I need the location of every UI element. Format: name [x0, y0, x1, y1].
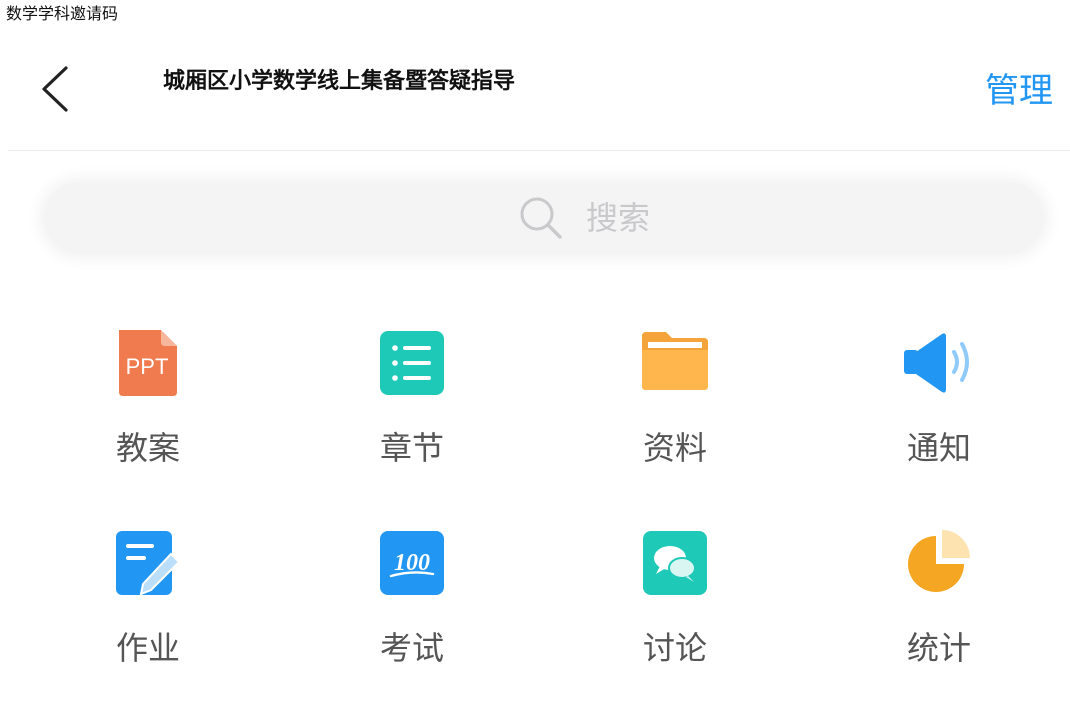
back-button[interactable]: [30, 60, 80, 118]
ppt-icon-text: PPT: [126, 354, 169, 379]
search-input[interactable]: 搜索: [44, 182, 1044, 254]
grid-label-discussion: 讨论: [642, 629, 707, 667]
grid-label-materials: 资料: [642, 429, 707, 467]
exam-100-icon: 100: [377, 528, 447, 598]
grid-label-chapters: 章节: [379, 429, 444, 467]
search-icon: [520, 197, 562, 239]
discussion-bubbles-icon: [640, 528, 710, 598]
manage-button[interactable]: 管理: [985, 68, 1053, 114]
ppt-icon: PPT: [113, 328, 183, 398]
grid-item-discussion[interactable]: 讨论: [605, 528, 745, 698]
pie-chart-icon: [904, 528, 974, 598]
grid-item-lesson-plan[interactable]: PPT 教案: [78, 328, 218, 498]
page-caption: 数学学科邀请码: [6, 4, 119, 23]
page-title: 城厢区小学数学线上集备暨答疑指导: [163, 69, 516, 94]
grid-item-exam[interactable]: 100 考试: [342, 528, 482, 698]
grid-item-statistics[interactable]: 统计: [869, 528, 1009, 698]
grid-label-lesson-plan: 教案: [115, 429, 180, 467]
speaker-icon: [904, 328, 974, 398]
grid-label-exam: 考试: [379, 629, 444, 667]
grid-label-notice: 通知: [906, 429, 971, 467]
grid-item-homework[interactable]: 作业: [78, 528, 218, 698]
chevron-left-icon: [42, 66, 68, 112]
grid-label-statistics: 统计: [906, 629, 971, 667]
grid-item-materials[interactable]: 资料: [605, 328, 745, 498]
homework-edit-icon: [113, 528, 183, 598]
grid-item-notice[interactable]: 通知: [869, 328, 1009, 498]
grid-item-chapters[interactable]: 章节: [342, 328, 482, 498]
search-placeholder: 搜索: [586, 199, 651, 237]
app-screen: 数学学科邀请码 城厢区小学数学线上集备暨答疑指导 管理 搜索 PPT 教案 章节…: [0, 0, 1070, 717]
folder-icon: [640, 328, 710, 398]
chapter-list-icon: [377, 328, 447, 398]
grid-label-homework: 作业: [115, 629, 180, 667]
search-content: 搜索: [518, 194, 650, 242]
header-divider: [8, 150, 1070, 151]
